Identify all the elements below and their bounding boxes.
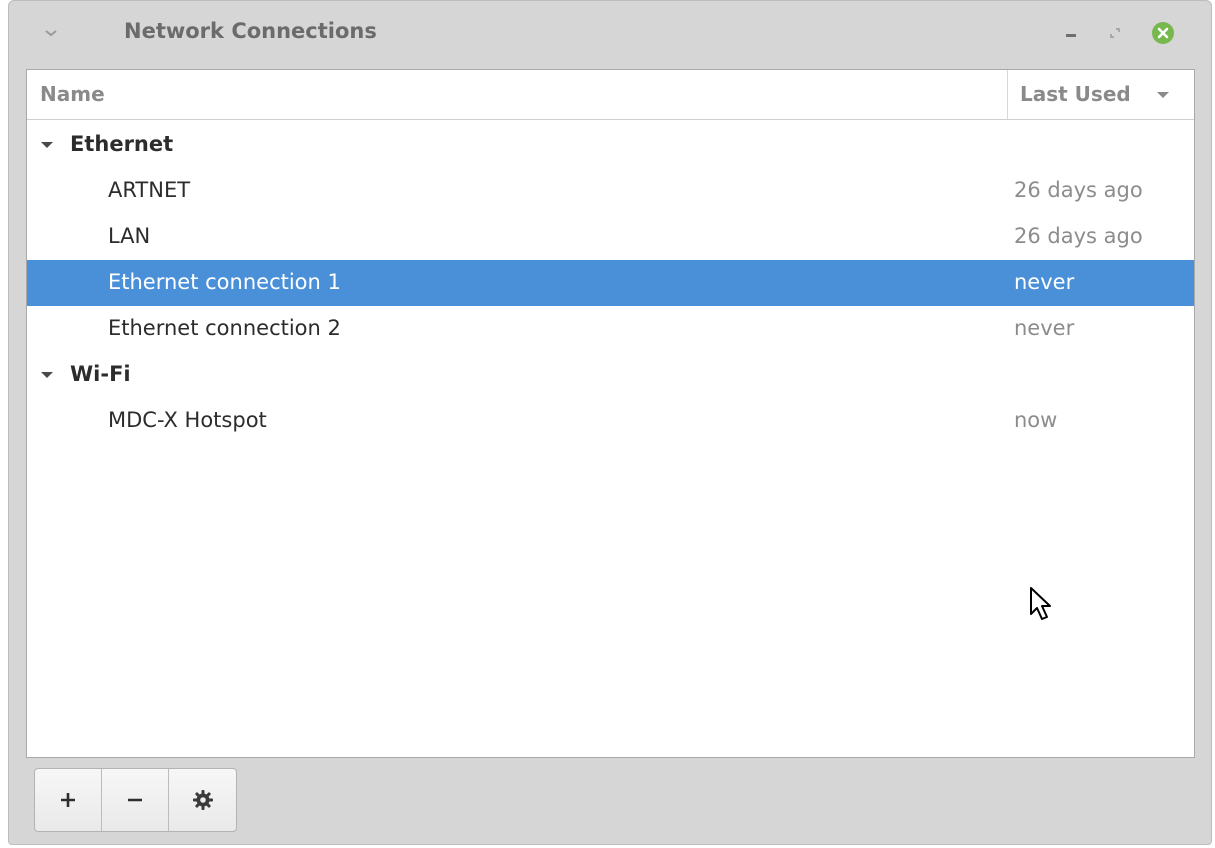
connection-last-used: now <box>1014 408 1058 432</box>
add-connection-button[interactable] <box>35 769 102 831</box>
group-row-wifi[interactable]: Wi-Fi <box>27 352 1194 398</box>
edit-connection-button[interactable] <box>169 769 236 831</box>
window-menu-chevron-icon[interactable] <box>39 21 63 45</box>
title-bar[interactable]: Network Connections <box>9 1 1211 67</box>
connection-row[interactable]: Ethernet connection 2 never <box>27 306 1194 352</box>
gear-icon <box>192 790 213 810</box>
connection-name: LAN <box>108 224 151 248</box>
mouse-pointer-icon <box>1030 587 1051 620</box>
maximize-icon[interactable] <box>1101 19 1129 47</box>
plus-icon <box>61 793 75 807</box>
connection-last-used: 26 days ago <box>1014 178 1143 202</box>
group-label: Wi-Fi <box>70 362 131 386</box>
connection-last-used: never <box>1014 270 1075 294</box>
window-title: Network Connections <box>124 19 377 43</box>
connection-row[interactable]: LAN 26 days ago <box>27 214 1194 260</box>
connection-name: Ethernet connection 1 <box>108 270 341 294</box>
close-icon[interactable] <box>1149 19 1177 47</box>
connection-last-used: 26 days ago <box>1014 224 1143 248</box>
connection-row[interactable]: ARTNET 26 days ago <box>27 168 1194 214</box>
connections-list[interactable]: Name Last Used Ethernet ARTNET 26 days a… <box>26 69 1195 758</box>
minus-icon <box>128 798 142 802</box>
connection-name: MDC-X Hotspot <box>108 408 267 432</box>
minimize-icon[interactable] <box>1057 19 1085 47</box>
column-header-row: Name Last Used <box>27 70 1194 120</box>
column-header-last-used[interactable]: Last Used <box>1020 82 1131 106</box>
expander-open-icon[interactable] <box>39 370 55 380</box>
group-row-ethernet[interactable]: Ethernet <box>27 122 1194 168</box>
column-header-name[interactable]: Name <box>40 82 105 106</box>
network-connections-window: Network Connections Name Last Used Ether… <box>8 0 1212 845</box>
connection-row-selected[interactable]: Ethernet connection 1 never <box>27 260 1194 306</box>
connection-last-used: never <box>1014 316 1075 340</box>
sort-descending-icon[interactable] <box>1155 90 1171 100</box>
connection-row[interactable]: MDC-X Hotspot now <box>27 398 1194 444</box>
group-label: Ethernet <box>70 132 174 156</box>
remove-connection-button[interactable] <box>102 769 169 831</box>
connection-actions-toolbar <box>34 768 237 832</box>
column-separator <box>1007 70 1008 119</box>
connection-name: Ethernet connection 2 <box>108 316 341 340</box>
connection-name: ARTNET <box>108 178 191 202</box>
expander-open-icon[interactable] <box>39 140 55 150</box>
